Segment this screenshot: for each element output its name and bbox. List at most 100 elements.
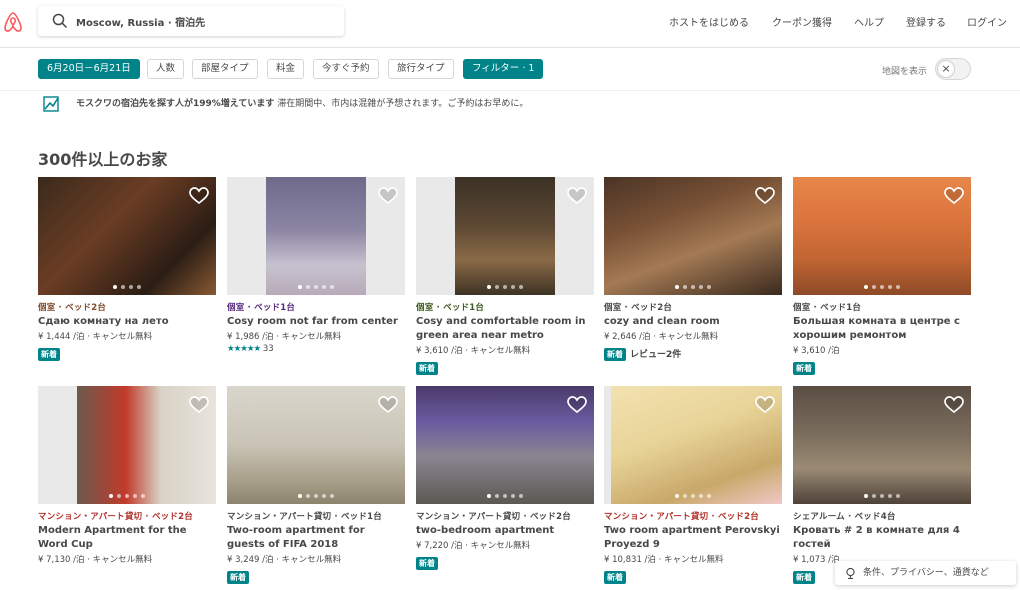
heart-icon[interactable]	[755, 396, 775, 414]
listing-photo[interactable]	[793, 386, 971, 504]
banner-text: 滞在期間中、市内は混雑が予想されます。ご予約はお早めに。	[277, 99, 529, 109]
listing-type: マンション・アパート貸切 · ベッド2台	[38, 512, 193, 522]
heart-icon[interactable]	[567, 187, 587, 205]
listing-card[interactable]: マンション・アパート貸切 · ベッド2台 Two room apartment …	[604, 386, 782, 584]
filter-bar: 6月20日－6月21日 人数 部屋タイプ 料金 今すぐ予約 旅行タイプ フィルタ…	[0, 49, 1020, 91]
listing-title[interactable]: cozy and clean room	[604, 315, 782, 329]
nav-signup[interactable]: 登録する	[906, 14, 946, 29]
photo-pagination[interactable]	[416, 494, 594, 498]
show-map-label: 地図を表示	[882, 67, 928, 77]
heart-icon[interactable]	[755, 187, 775, 205]
listing-card[interactable]: マンション・アパート貸切 · ベッド1台 Two-room apartment …	[227, 386, 405, 584]
photo-pagination[interactable]	[793, 494, 971, 498]
listing-card[interactable]: マンション・アパート貸切 · ベッド2台 Modern Apartment fo…	[38, 386, 216, 565]
photo-pagination[interactable]	[38, 285, 216, 289]
listing-photo[interactable]	[38, 177, 216, 295]
listing-price: ¥ 3,249 /泊 · キャンセル無料	[227, 555, 342, 565]
photo-pagination[interactable]	[38, 494, 216, 498]
listing-card[interactable]: 個室 · ベッド2台 cozy and clean room ¥ 2,646 /…	[604, 177, 782, 361]
heart-icon[interactable]	[378, 187, 398, 205]
nav-login[interactable]: ログイン	[967, 14, 1007, 29]
nav-coupon[interactable]: クーポン獲得	[772, 14, 832, 29]
listing-photo[interactable]	[227, 177, 405, 295]
trending-chart-icon	[43, 96, 59, 112]
banner-headline: モスクワの宿泊先を探す人が199%増えています	[76, 99, 275, 109]
listing-photo[interactable]	[416, 386, 594, 504]
new-badge: 新着	[604, 348, 626, 361]
terms-privacy-currency-button[interactable]: 条件、プライバシー、通貨など	[835, 561, 1016, 585]
new-badge: 新着	[604, 571, 626, 584]
close-icon: ×	[937, 60, 955, 78]
listing-photo[interactable]	[38, 386, 216, 504]
listing-title[interactable]: Cosy room not far from center	[227, 315, 405, 329]
heart-icon[interactable]	[189, 187, 209, 205]
listing-photo[interactable]	[793, 177, 971, 295]
listing-price: ¥ 7,220 /泊 · キャンセル無料	[416, 541, 531, 551]
new-badge: 新着	[416, 557, 438, 570]
listing-type: 個室 · ベッド2台	[604, 303, 673, 313]
listing-price: ¥ 7,130 /泊 · キャンセル無料	[38, 555, 153, 565]
listing-price: ¥ 1,986 /泊 · キャンセル無料	[227, 332, 342, 342]
listing-card[interactable]: 個室 · ベッド2台 Сдаю комнату на лето ¥ 1,444 …	[38, 177, 216, 361]
nav-help[interactable]: ヘルプ	[854, 14, 884, 29]
filter-dates[interactable]: 6月20日－6月21日	[38, 59, 140, 79]
listing-card[interactable]: 個室 · ベッド1台 Cosy and comfortable room in …	[416, 177, 594, 375]
new-badge: 新着	[793, 362, 815, 375]
listing-title[interactable]: two-bedroom apartment	[416, 524, 594, 538]
show-map-toggle[interactable]: ×	[935, 58, 971, 80]
listing-title[interactable]: Кровать # 2 в комнате для 4 гостей	[793, 524, 971, 552]
filter-guests[interactable]: 人数	[147, 59, 185, 79]
listing-card[interactable]: 個室 · ベッド1台 Большая комната в центре с хо…	[793, 177, 971, 375]
top-header: Moscow, Russia · 宿泊先 ホストをはじめる クーポン獲得 ヘルプ…	[0, 0, 1020, 48]
heart-icon[interactable]	[189, 396, 209, 414]
listing-title[interactable]: Two-room apartment for guests of FIFA 20…	[227, 524, 405, 552]
search-bar[interactable]: Moscow, Russia · 宿泊先	[38, 6, 344, 36]
listing-type: 個室 · ベッド1台	[416, 303, 485, 313]
photo-pagination[interactable]	[604, 494, 782, 498]
photo-pagination[interactable]	[604, 285, 782, 289]
listing-title[interactable]: Большая комната в центре с хорошим ремон…	[793, 315, 971, 343]
listing-photo[interactable]	[604, 177, 782, 295]
listing-card[interactable]: マンション・アパート貸切 · ベッド2台 two-bedroom apartme…	[416, 386, 594, 570]
footer-text: 条件、プライバシー、通貨など	[863, 568, 989, 578]
listing-title[interactable]: Cosy and comfortable room in green area …	[416, 315, 594, 343]
heart-icon[interactable]	[944, 187, 964, 205]
listing-type: 個室 · ベッド1台	[793, 303, 862, 313]
photo-pagination[interactable]	[227, 494, 405, 498]
listing-price: ¥ 3,610 /泊 · キャンセル無料	[416, 346, 531, 356]
filter-more[interactable]: フィルター · 1	[463, 59, 544, 79]
listing-card[interactable]: 個室 · ベッド1台 Cosy room not far from center…	[227, 177, 405, 354]
photo-pagination[interactable]	[227, 285, 405, 289]
listing-photo[interactable]	[416, 177, 594, 295]
photo-pagination[interactable]	[793, 285, 971, 289]
listing-title[interactable]: Two room apartment Perovskyi Proyezd 9	[604, 524, 782, 552]
listing-title[interactable]: Сдаю комнату на лето	[38, 315, 216, 329]
demand-banner: モスクワの宿泊先を探す人が199%増えています 滞在期間中、市内は混雑が予想され…	[76, 96, 528, 109]
rating-count: 33	[262, 344, 274, 354]
listing-type: マンション・アパート貸切 · ベッド2台	[604, 512, 759, 522]
listing-price: ¥ 10,831 /泊 · キャンセル無料	[604, 555, 724, 565]
new-badge: 新着	[793, 571, 815, 584]
listing-card[interactable]: シェアルーム · ベッド4台 Кровать # 2 в комнате для…	[793, 386, 971, 584]
photo-pagination[interactable]	[416, 285, 594, 289]
listing-photo[interactable]	[227, 386, 405, 504]
heart-icon[interactable]	[378, 396, 398, 414]
listing-photo[interactable]	[604, 386, 782, 504]
airbnb-logo[interactable]	[3, 11, 23, 33]
listing-title[interactable]: Modern Apartment for the Word Cup	[38, 524, 216, 552]
heart-icon[interactable]	[567, 396, 587, 414]
listing-price: ¥ 3,610 /泊	[793, 346, 840, 356]
filter-instant-book[interactable]: 今すぐ予約	[313, 59, 379, 79]
search-input[interactable]: Moscow, Russia · 宿泊先	[76, 14, 205, 29]
star-rating-icons: ★★★★★	[227, 344, 261, 354]
listing-type: 個室 · ベッド2台	[38, 303, 107, 313]
filter-trip-type[interactable]: 旅行タイプ	[388, 59, 454, 79]
search-icon	[52, 13, 68, 29]
filter-room-type[interactable]: 部屋タイプ	[192, 59, 258, 79]
section-title: 300件以上のお家	[38, 150, 168, 169]
nav-host[interactable]: ホストをはじめる	[669, 14, 749, 29]
filter-price[interactable]: 料金	[267, 59, 305, 79]
listing-price: ¥ 1,444 /泊 · キャンセル無料	[38, 332, 153, 342]
new-badge: 新着	[38, 348, 60, 361]
heart-icon[interactable]	[944, 396, 964, 414]
